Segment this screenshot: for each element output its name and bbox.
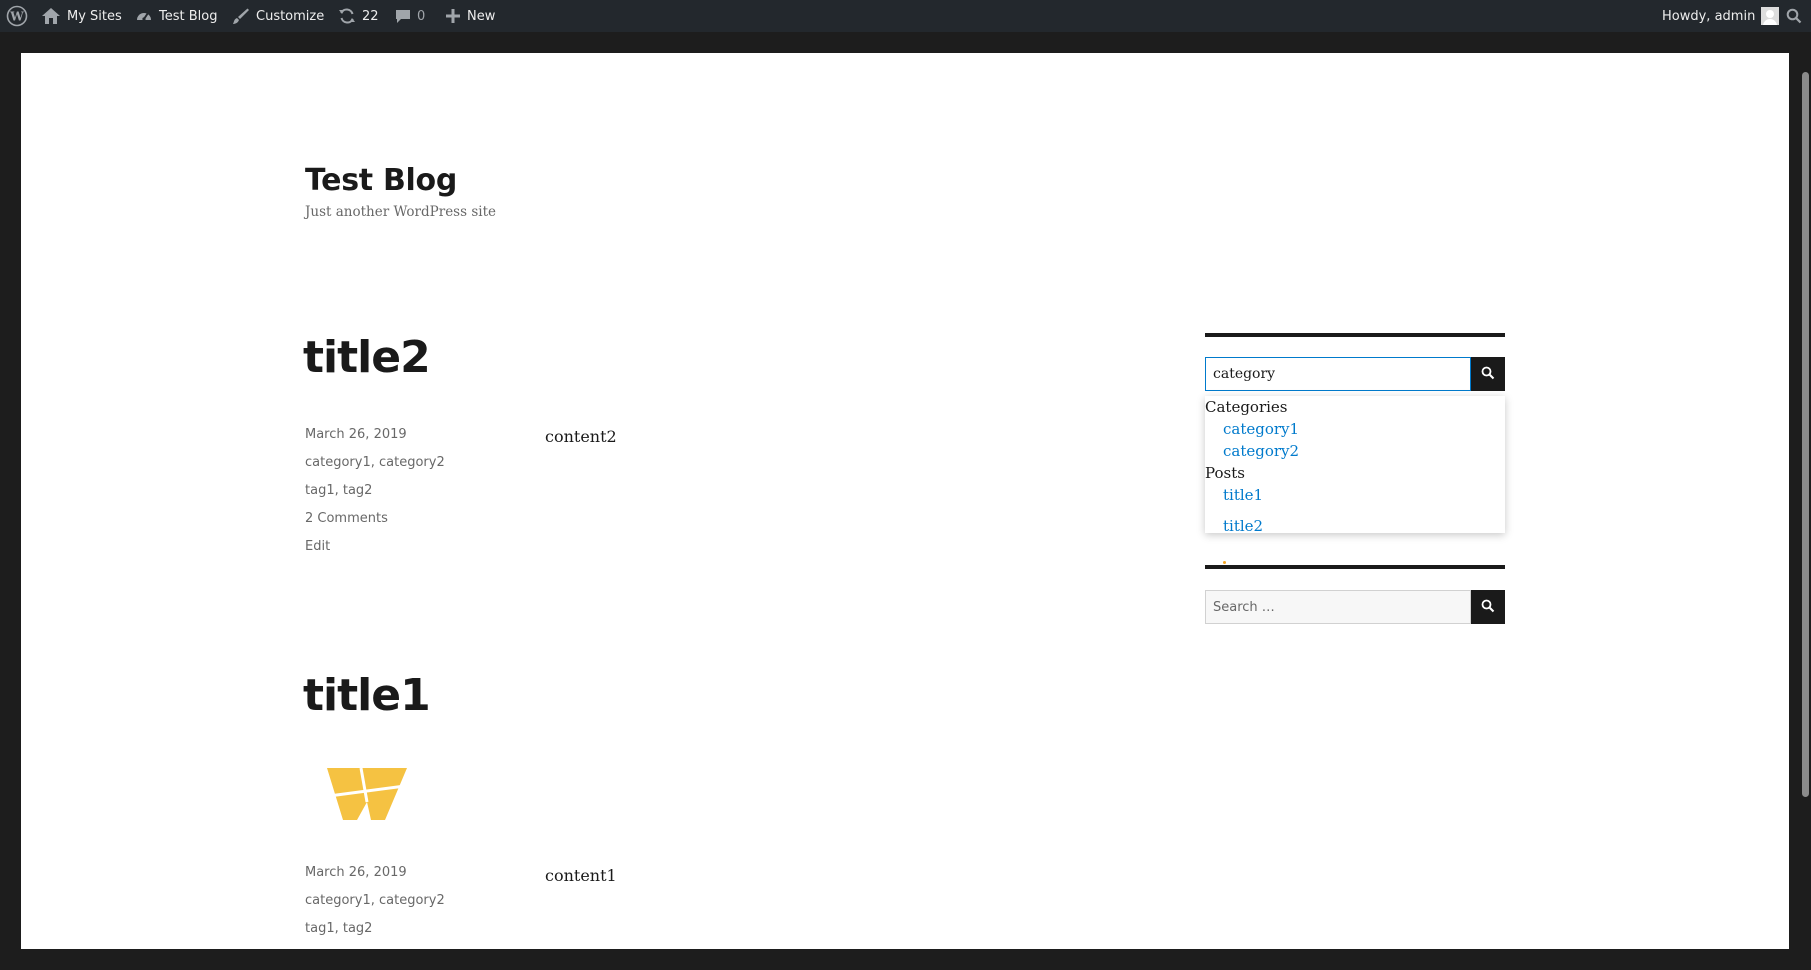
post-categories: category1, category2 [305,455,445,470]
refresh-icon [338,7,356,25]
updates-link[interactable]: 22 [338,0,379,32]
search-icon [1481,366,1495,383]
site-name-menu[interactable]: Test Blog [135,0,217,32]
category-link[interactable]: category2 [379,893,445,908]
post-comments-link[interactable]: 2 Comments [305,505,445,533]
scrollbar-thumb[interactable] [1802,72,1809,797]
post-date[interactable]: March 26, 2019 [305,859,445,887]
widget-divider [1205,333,1505,337]
dashboard-icon [135,7,153,25]
site-title[interactable]: Test Blog [305,163,457,198]
search-form [1205,590,1505,624]
howdy-label: Howdy, admin [1662,8,1756,24]
site-description: Just another WordPress site [305,204,496,220]
suggestions-posts-heading: Posts [1205,464,1245,482]
new-content-menu[interactable]: New [445,0,495,32]
search-field[interactable] [1205,590,1471,624]
wordpress-logo-button[interactable]: W [6,0,28,32]
suggestion-title2[interactable]: title2 [1223,517,1263,535]
customize-label: Customize [256,8,325,24]
suggestions-categories-heading: Categories [1205,398,1288,416]
category-link[interactable]: category1 [305,893,371,908]
comments-link[interactable]: 0 [395,0,425,32]
updates-count: 22 [362,8,379,24]
admin-bar: W My Sites Test Blog Customize 22 0 New … [0,0,1811,32]
scrollbar[interactable] [1797,32,1811,970]
post-categories: category1, category2 [305,893,445,908]
my-account-menu[interactable]: Howdy, admin [1662,0,1780,32]
adminbar-search-button[interactable] [1786,0,1802,32]
my-sites-label: My Sites [67,8,122,24]
mouse-cursor-marker [1223,561,1226,564]
post-thumbnail[interactable] [327,766,407,827]
post-date[interactable]: March 26, 2019 [305,421,445,449]
search-form-active [1205,357,1505,391]
plus-icon [445,8,461,24]
post-meta-title1: March 26, 2019 category1, category2 tag1… [305,859,445,943]
suggestion-category2[interactable]: category2 [1223,442,1299,460]
post-content-title2: content2 [545,427,617,446]
search-input[interactable] [1205,357,1471,391]
post-content-title1: content1 [545,866,617,885]
search-icon [1481,599,1495,616]
svg-text:W: W [9,10,24,24]
tag-link[interactable]: tag1 [305,483,335,498]
tag-link[interactable]: tag2 [343,483,373,498]
my-sites-icon [41,7,61,25]
post-meta-title2: March 26, 2019 category1, category2 tag1… [305,421,445,561]
post-title-title2[interactable]: title2 [303,332,431,383]
post-edit-link[interactable]: Edit [305,533,445,561]
page: Test Blog Just another WordPress site ti… [21,53,1789,949]
search-icon [1786,8,1802,24]
category-link[interactable]: category2 [379,455,445,470]
post-tags: tag1, tag2 [305,483,373,498]
comment-icon [395,8,411,24]
brush-icon [232,7,250,25]
customize-link[interactable]: Customize [232,0,324,32]
post-title-title1[interactable]: title1 [303,670,431,721]
w-logo-icon [327,767,407,826]
suggestion-category1[interactable]: category1 [1223,420,1299,438]
new-label: New [467,8,496,24]
widget-divider [1205,565,1505,569]
tag-link[interactable]: tag2 [343,921,373,936]
comments-count: 0 [417,8,426,24]
search-submit-button[interactable] [1471,590,1505,624]
search-submit-button[interactable] [1471,357,1505,391]
my-sites-menu[interactable]: My Sites [41,0,122,32]
post-tags: tag1, tag2 [305,921,373,936]
suggestion-title1[interactable]: title1 [1223,486,1263,504]
wordpress-logo-icon: W [6,5,28,27]
site-name-label: Test Blog [159,8,218,24]
avatar [1761,7,1780,25]
tag-link[interactable]: tag1 [305,921,335,936]
category-link[interactable]: category1 [305,455,371,470]
search-suggestions-dropdown: Categories category1 category2 Posts tit… [1205,396,1505,535]
